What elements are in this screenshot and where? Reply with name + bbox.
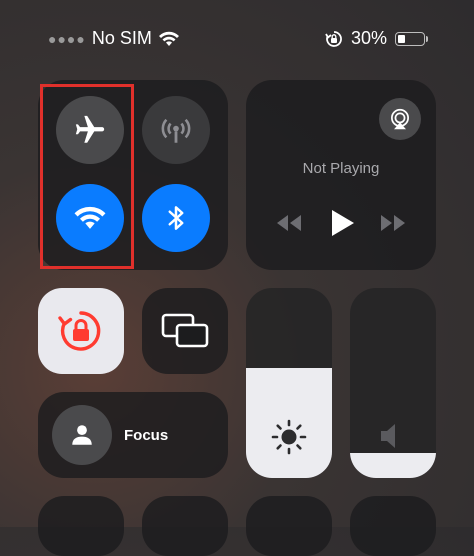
cellular-data-button[interactable] — [142, 96, 210, 164]
wifi-status-icon — [158, 31, 179, 46]
volume-slider[interactable] — [350, 288, 436, 478]
battery-fill — [398, 34, 405, 43]
speaker-icon — [381, 424, 395, 448]
brightness-slider[interactable] — [246, 288, 332, 478]
now-playing-label: Not Playing — [302, 160, 380, 177]
bluetooth-button[interactable] — [142, 184, 210, 252]
focus-label: Focus — [124, 427, 169, 444]
antenna-icon — [161, 118, 191, 143]
person-icon — [72, 425, 92, 445]
airplay-button[interactable] — [379, 98, 421, 140]
airplay-icon — [391, 108, 409, 130]
battery-percent: 30% — [350, 28, 387, 48]
bluetooth-icon — [168, 206, 184, 230]
signal-dots-icon: ●●●● — [48, 30, 86, 47]
screen-mirroring-button[interactable] — [142, 288, 228, 374]
focus-tile[interactable]: Focus — [38, 392, 228, 478]
bottom-tile-4[interactable] — [350, 496, 436, 556]
bottom-tile-1[interactable] — [38, 496, 124, 556]
rotation-lock-button[interactable] — [38, 288, 124, 374]
status-bar: ●●●● No SIM 30% — [0, 28, 474, 54]
screen-mirroring-icon — [161, 313, 209, 348]
battery-body — [395, 31, 425, 46]
orientation-lock-status-icon — [325, 30, 342, 47]
now-playing-tile[interactable]: Not Playing — [246, 80, 436, 270]
battery-icon — [395, 31, 428, 46]
battery-tip — [426, 35, 428, 42]
rotation-lock-icon — [58, 311, 101, 351]
bottom-tile-2[interactable] — [142, 496, 228, 556]
highlight-box — [40, 84, 134, 269]
right-status-group: 30% — [325, 28, 428, 49]
bottom-tile-3[interactable] — [246, 496, 332, 556]
carrier-label: No SIM — [91, 28, 152, 48]
fast-forward-icon[interactable] — [378, 212, 408, 234]
rewind-icon[interactable] — [274, 212, 304, 234]
play-icon[interactable] — [328, 208, 356, 238]
focus-icon-circle — [52, 405, 112, 465]
carrier-group: ●●●● No SIM — [48, 28, 180, 49]
sun-icon — [271, 419, 307, 455]
volume-fill — [350, 453, 436, 478]
